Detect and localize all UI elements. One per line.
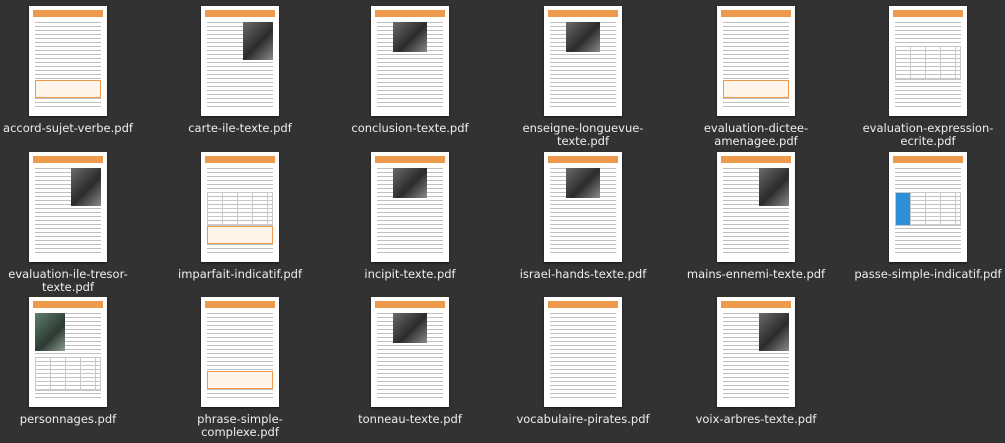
thumbnail-header	[205, 156, 275, 163]
file-name-label: imparfait-indicatif.pdf	[178, 267, 302, 281]
thumbnail-header	[893, 156, 963, 163]
thumbnail-header	[205, 10, 275, 17]
file-name-label: conclusion-texte.pdf	[351, 121, 469, 135]
file-name-label: evaluation-ile-tresor-texte.pdf	[8, 267, 128, 294]
file-item[interactable]: personnages.pdf	[0, 297, 148, 426]
thumbnail-illustration	[566, 168, 600, 198]
file-item[interactable]: imparfait-indicatif.pdf	[160, 152, 320, 281]
pdf-thumbnail[interactable]	[29, 6, 107, 116]
file-item[interactable]: passe-simple-indicatif.pdf	[848, 152, 1005, 281]
file-name-label: phrase-simple-complexe.pdf	[197, 412, 283, 439]
thumbnail-header	[548, 10, 618, 17]
pdf-thumbnail[interactable]	[371, 152, 449, 262]
file-name-label: evaluation-expression-ecrite.pdf	[862, 121, 994, 148]
thumbnail-header	[205, 301, 275, 308]
file-item[interactable]: incipit-texte.pdf	[330, 152, 490, 281]
file-item[interactable]: evaluation-ile-tresor-texte.pdf	[0, 152, 148, 294]
file-name-label: enseigne-longuevue-texte.pdf	[522, 121, 644, 148]
file-item[interactable]: vocabulaire-pirates.pdf	[503, 297, 663, 426]
thumbnail-table	[35, 357, 101, 391]
thumbnail-header	[33, 10, 103, 17]
pdf-thumbnail[interactable]	[201, 152, 279, 262]
file-item[interactable]: phrase-simple-complexe.pdf	[160, 297, 320, 439]
file-item[interactable]: mains-ennemi-texte.pdf	[676, 152, 836, 281]
file-grid: accord-sujet-verbe.pdf carte-ile-texte.pd…	[0, 0, 1005, 443]
file-name-label: carte-ile-texte.pdf	[188, 121, 292, 135]
file-name-label: mains-ennemi-texte.pdf	[686, 267, 826, 281]
pdf-thumbnail[interactable]	[889, 6, 967, 116]
pdf-thumbnail[interactable]	[717, 152, 795, 262]
thumbnail-illustration	[759, 168, 789, 206]
file-name-label: vocabulaire-pirates.pdf	[516, 412, 650, 426]
file-name-label: tonneau-texte.pdf	[358, 412, 462, 426]
file-item[interactable]: carte-ile-texte.pdf	[160, 6, 320, 135]
thumbnail-header	[721, 10, 791, 17]
thumbnail-header	[33, 301, 103, 308]
thumbnail-header	[721, 156, 791, 163]
pdf-thumbnail[interactable]	[29, 152, 107, 262]
thumbnail-header	[721, 301, 791, 308]
file-item[interactable]: accord-sujet-verbe.pdf	[0, 6, 148, 135]
pdf-thumbnail[interactable]	[201, 297, 279, 407]
thumbnail-illustration	[393, 313, 427, 343]
pdf-thumbnail[interactable]	[889, 152, 967, 262]
file-item[interactable]: evaluation-expression-ecrite.pdf	[848, 6, 1005, 148]
file-item[interactable]: tonneau-texte.pdf	[330, 297, 490, 426]
thumbnail-illustration	[393, 22, 427, 52]
file-item[interactable]: israel-hands-texte.pdf	[503, 152, 663, 281]
file-name-label: israel-hands-texte.pdf	[519, 267, 647, 281]
pdf-thumbnail[interactable]	[544, 152, 622, 262]
pdf-thumbnail[interactable]	[544, 6, 622, 116]
thumbnail-header	[33, 156, 103, 163]
file-item[interactable]: enseigne-longuevue-texte.pdf	[503, 6, 663, 148]
thumbnail-table	[207, 192, 273, 226]
thumbnail-table	[895, 46, 961, 80]
thumbnail-box	[207, 226, 273, 244]
file-name-label: accord-sujet-verbe.pdf	[3, 121, 133, 135]
file-name-label: incipit-texte.pdf	[364, 267, 456, 281]
thumbnail-table	[895, 192, 961, 226]
thumbnail-header	[893, 10, 963, 17]
pdf-thumbnail[interactable]	[717, 297, 795, 407]
pdf-thumbnail[interactable]	[544, 297, 622, 407]
thumbnail-illustration	[243, 22, 273, 60]
file-name-label: evaluation-dictee-amenagee.pdf	[703, 121, 809, 148]
pdf-thumbnail[interactable]	[201, 6, 279, 116]
file-name-label: personnages.pdf	[19, 412, 117, 426]
pdf-thumbnail[interactable]	[717, 6, 795, 116]
thumbnail-text-lines	[550, 313, 616, 401]
thumbnail-box	[723, 80, 789, 98]
thumbnail-illustration	[566, 22, 600, 52]
pdf-thumbnail[interactable]	[371, 297, 449, 407]
thumbnail-header	[375, 10, 445, 17]
thumbnail-header	[375, 301, 445, 308]
thumbnail-header	[548, 301, 618, 308]
thumbnail-box	[207, 371, 273, 389]
file-name-label: voix-arbres-texte.pdf	[695, 412, 817, 426]
pdf-thumbnail[interactable]	[371, 6, 449, 116]
thumbnail-header	[548, 156, 618, 163]
thumbnail-illustration	[71, 168, 101, 206]
thumbnail-illustration	[759, 313, 789, 351]
file-name-label: passe-simple-indicatif.pdf	[854, 267, 1002, 281]
thumbnail-box	[35, 80, 101, 98]
thumbnail-header	[375, 156, 445, 163]
thumbnail-illustration	[393, 168, 427, 198]
file-item[interactable]: voix-arbres-texte.pdf	[676, 297, 836, 426]
pdf-thumbnail[interactable]	[29, 297, 107, 407]
thumbnail-illustration	[35, 313, 65, 351]
file-item[interactable]: evaluation-dictee-amenagee.pdf	[676, 6, 836, 148]
file-item[interactable]: conclusion-texte.pdf	[330, 6, 490, 135]
